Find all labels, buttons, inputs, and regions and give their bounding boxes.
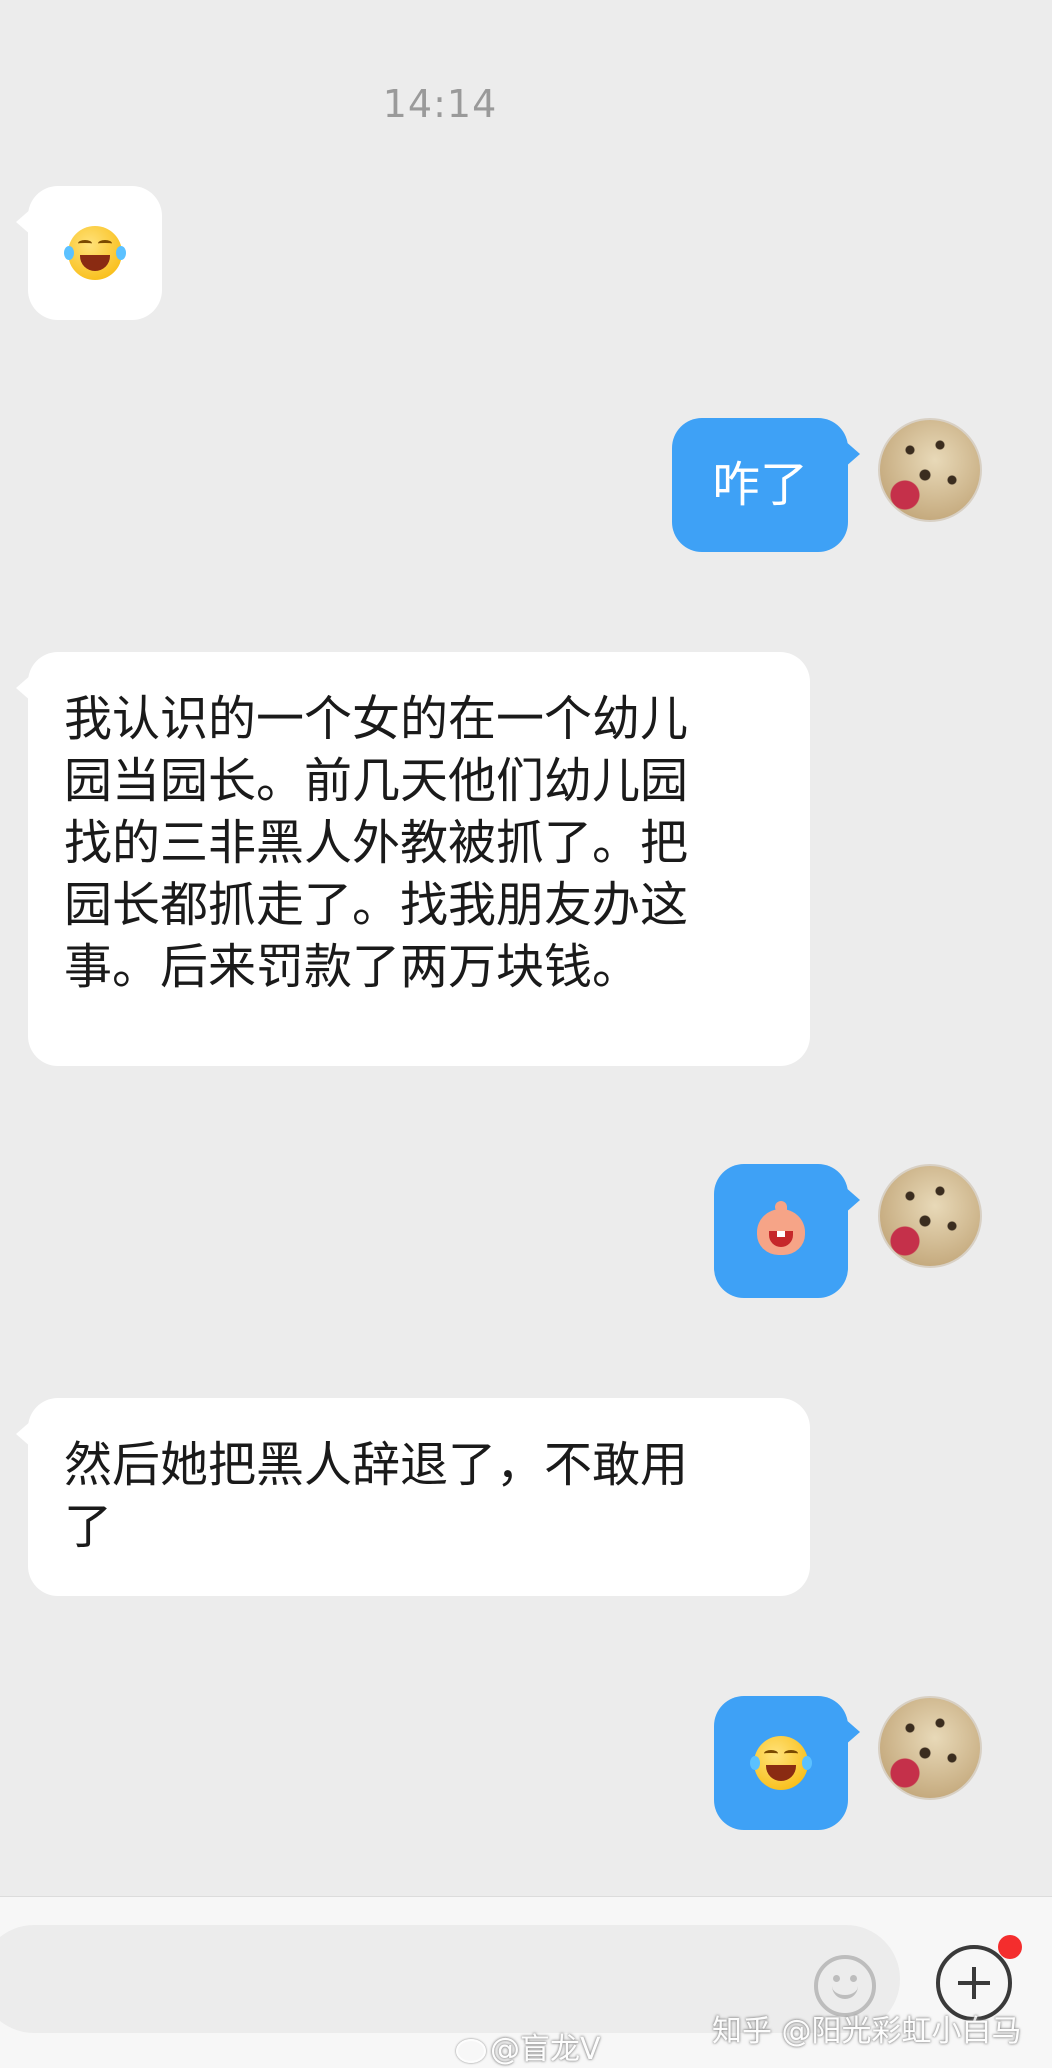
incoming-message-bubble[interactable]: [16, 186, 162, 320]
message-text-line: 然后她把黑人辞退了，不敢用: [64, 1437, 689, 1493]
message-text-line: 园当园长。前几天他们幼儿园: [64, 753, 689, 809]
message-text-line: 了: [64, 1499, 113, 1555]
weibo-icon: [456, 2038, 486, 2063]
user-avatar[interactable]: [878, 418, 982, 522]
outgoing-message-bubble[interactable]: [714, 1164, 860, 1298]
message-text: 咋了: [711, 457, 808, 513]
message-text-line: 园长都抓走了。找我朋友办这: [64, 877, 689, 933]
chat-area[interactable]: 14:14 咋了 我认识的一个女的在一个幼儿 园当园长。前几天他们幼儿园 找的三…: [0, 0, 1052, 1896]
weibo-watermark: @盲龙V: [456, 2024, 601, 2068]
message-text-line: 找的三非黑人外教被抓了。把: [64, 815, 689, 871]
laugh-cry-emoji-icon: [750, 1736, 812, 1790]
laugh-cry-emoji-icon: [64, 226, 126, 280]
incoming-message-bubble[interactable]: 我认识的一个女的在一个幼儿 园当园长。前几天他们幼儿园 找的三非黑人外教被抓了。…: [16, 652, 810, 1066]
message-text-line: 事。后来罚款了两万块钱。: [64, 939, 641, 995]
weibo-handle: @盲龙V: [490, 2032, 601, 2067]
message-text-line: 我认识的一个女的在一个幼儿: [64, 691, 689, 747]
incoming-message-bubble[interactable]: 然后她把黑人辞退了，不敢用 了: [16, 1398, 810, 1596]
zhihu-watermark: 知乎 @阳光彩虹小白马: [712, 2014, 1022, 2049]
user-avatar[interactable]: [878, 1696, 982, 1800]
qq-grin-emoji-icon: [753, 1201, 809, 1261]
outgoing-message-bubble[interactable]: [714, 1696, 860, 1830]
user-avatar[interactable]: [878, 1164, 982, 1268]
message-timestamp: 14:14: [382, 82, 498, 126]
notification-badge: [998, 1935, 1022, 1959]
outgoing-message-bubble[interactable]: 咋了: [672, 418, 860, 552]
